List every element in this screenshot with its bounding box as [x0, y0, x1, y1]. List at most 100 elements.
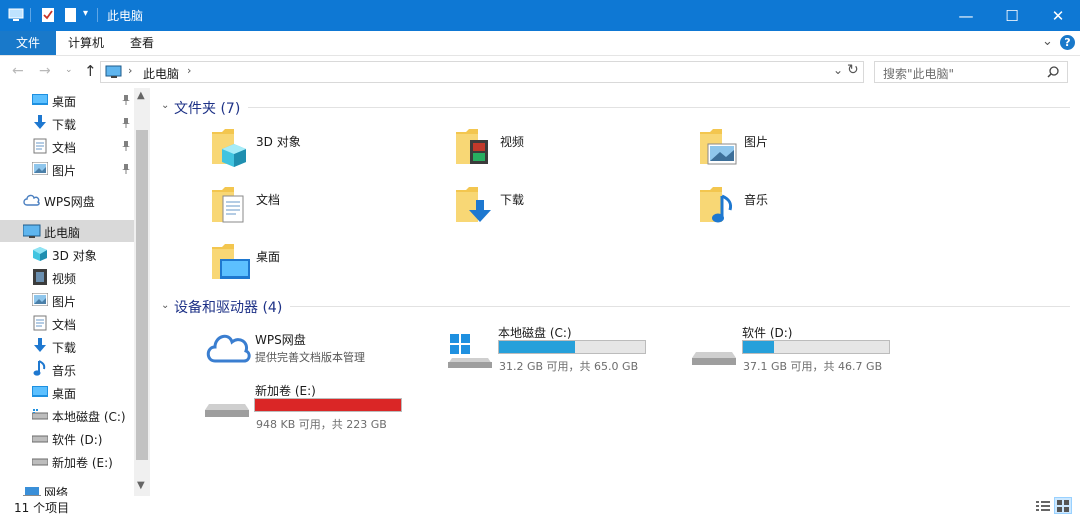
- separator: [30, 8, 31, 22]
- address-row: ← → ⌄ ↑ › 此电脑 › ⌄ ↻ 搜索"此电脑": [0, 56, 1080, 88]
- chevron-right-icon: ›: [128, 64, 133, 77]
- document-folder-icon: [212, 187, 244, 223]
- drive-usage-fill: [499, 341, 575, 353]
- nav-item-downloads[interactable]: 下载: [0, 335, 134, 357]
- device-label: 新加卷 (E:): [255, 384, 316, 398]
- pin-icon[interactable]: [121, 163, 131, 178]
- drive-free-space: 31.2 GB 可用，共 65.0 GB: [499, 360, 639, 373]
- nav-item-this-pc[interactable]: 此电脑: [0, 220, 134, 242]
- folder-label: 音乐: [744, 193, 769, 207]
- 3d-objects-icon: [33, 247, 47, 261]
- back-arrow-icon[interactable]: ←: [12, 63, 24, 79]
- drive-icon: [205, 404, 249, 417]
- nav-item-label: 视频: [52, 272, 77, 286]
- pin-icon[interactable]: [121, 94, 131, 109]
- pin-icon[interactable]: [121, 117, 131, 132]
- new-folder-icon[interactable]: [62, 7, 78, 23]
- device-drive-c[interactable]: 本地磁盘 (C:) 31.2 GB 可用，共 65.0 GB: [448, 324, 646, 373]
- folder-videos[interactable]: 视频: [454, 126, 524, 168]
- group-divider: [290, 306, 1070, 307]
- close-icon: ✕: [1051, 6, 1065, 25]
- search-icon[interactable]: [1047, 66, 1059, 78]
- desktop-icon: [32, 386, 48, 397]
- nav-item-label: 桌面: [52, 387, 77, 401]
- nav-item-drive-c[interactable]: 本地磁盘 (C:): [0, 404, 134, 426]
- refresh-icon[interactable]: ↻: [847, 62, 859, 78]
- nav-item-downloads[interactable]: 下载: [0, 112, 134, 134]
- nav-item-desktop[interactable]: 桌面: [0, 89, 134, 111]
- music-folder-icon: [700, 187, 733, 223]
- document-icon: [33, 138, 47, 154]
- device-wps-cloud[interactable]: WPS网盘 提供完善文档版本管理: [205, 328, 365, 364]
- close-button[interactable]: ✕: [1035, 0, 1080, 31]
- folder-3d-objects[interactable]: 3D 对象: [210, 126, 301, 168]
- nav-item-label: 图片: [52, 164, 77, 178]
- address-bar[interactable]: › 此电脑 › ⌄ ↻: [100, 61, 864, 83]
- recent-locations-icon[interactable]: ⌄: [65, 65, 73, 75]
- nav-item-label: 下载: [52, 341, 77, 355]
- scrollbar-thumb[interactable]: [136, 130, 148, 460]
- nav-item-documents[interactable]: 文档: [0, 135, 134, 157]
- maximize-button[interactable]: ☐: [989, 0, 1035, 31]
- search-placeholder: 搜索"此电脑": [883, 67, 955, 81]
- nav-item-label: 软件 (D:): [52, 433, 103, 447]
- minimize-button[interactable]: —: [943, 0, 989, 31]
- folder-desktop[interactable]: 桌面: [210, 241, 280, 283]
- forward-arrow-icon[interactable]: →: [39, 63, 51, 79]
- drive-usage-fill: [743, 341, 774, 353]
- quick-access-dropdown-icon[interactable]: ▾: [83, 8, 88, 19]
- device-label: WPS网盘: [255, 333, 306, 347]
- drive-usage-bar: [498, 340, 646, 354]
- network-icon: [23, 487, 41, 496]
- nav-item-wps-cloud[interactable]: WPS网盘: [0, 189, 134, 211]
- tab-view[interactable]: 查看: [120, 31, 164, 55]
- chevron-right-icon[interactable]: ›: [187, 64, 191, 77]
- folder-pictures[interactable]: 图片: [698, 126, 768, 168]
- nav-item-drive-d[interactable]: 软件 (D:): [0, 427, 134, 449]
- device-drive-d[interactable]: 软件 (D:) 37.1 GB 可用，共 46.7 GB: [692, 324, 890, 373]
- device-drive-e[interactable]: 新加卷 (E:) 948 KB 可用，共 223 GB: [205, 382, 402, 431]
- nav-item-pictures[interactable]: 图片: [0, 289, 134, 311]
- nav-item-network[interactable]: 网络: [0, 480, 134, 496]
- nav-item-music[interactable]: 音乐: [0, 358, 134, 380]
- video-folder-icon: [456, 129, 488, 164]
- tab-computer[interactable]: 计算机: [60, 31, 112, 55]
- status-bar: 11 个项目: [0, 496, 1080, 518]
- nav-scrollbar[interactable]: ▲ ▼: [134, 88, 150, 496]
- minimize-icon: —: [958, 6, 974, 25]
- large-icons-view-button[interactable]: [1054, 497, 1072, 514]
- scroll-up-icon[interactable]: ▲: [137, 90, 145, 101]
- folders-group-header[interactable]: 文件夹 (7): [174, 98, 240, 118]
- collapse-devices-icon[interactable]: ⌄: [161, 300, 169, 311]
- breadcrumb-this-pc[interactable]: 此电脑: [143, 65, 179, 82]
- folder-documents[interactable]: 文档: [210, 184, 280, 226]
- nav-item-pictures[interactable]: 图片: [0, 158, 134, 180]
- folder-downloads[interactable]: 下载: [454, 184, 524, 226]
- nav-item-label: 本地磁盘 (C:): [52, 410, 126, 424]
- search-input[interactable]: 搜索"此电脑": [874, 61, 1068, 83]
- details-view-icon[interactable]: [1036, 500, 1050, 512]
- up-arrow-icon[interactable]: ↑: [84, 62, 97, 80]
- document-icon: [33, 315, 47, 331]
- nav-item-videos[interactable]: 视频: [0, 266, 134, 288]
- properties-icon[interactable]: [40, 7, 56, 23]
- folder-music[interactable]: 音乐: [698, 184, 768, 226]
- nav-item-3d-objects[interactable]: 3D 对象: [0, 243, 134, 265]
- tab-file[interactable]: 文件: [0, 31, 56, 55]
- nav-item-label: 图片: [52, 295, 77, 309]
- drive-icon: [32, 458, 48, 466]
- nav-item-drive-e[interactable]: 新加卷 (E:): [0, 450, 134, 472]
- help-icon[interactable]: ?: [1060, 35, 1075, 50]
- window-title: 此电脑: [107, 9, 144, 23]
- item-count: 11 个项目: [14, 501, 70, 515]
- devices-group-header[interactable]: 设备和驱动器 (4): [174, 297, 282, 317]
- group-divider: [248, 107, 1070, 108]
- address-dropdown-icon[interactable]: ⌄: [833, 63, 843, 77]
- ribbon-expand-icon[interactable]: ⌄: [1042, 34, 1053, 49]
- pin-icon[interactable]: [121, 140, 131, 155]
- nav-item-documents[interactable]: 文档: [0, 312, 134, 334]
- nav-item-label: 桌面: [52, 95, 77, 109]
- collapse-folders-icon[interactable]: ⌄: [161, 100, 169, 111]
- nav-item-desktop[interactable]: 桌面: [0, 381, 134, 403]
- scroll-down-icon[interactable]: ▼: [137, 480, 145, 491]
